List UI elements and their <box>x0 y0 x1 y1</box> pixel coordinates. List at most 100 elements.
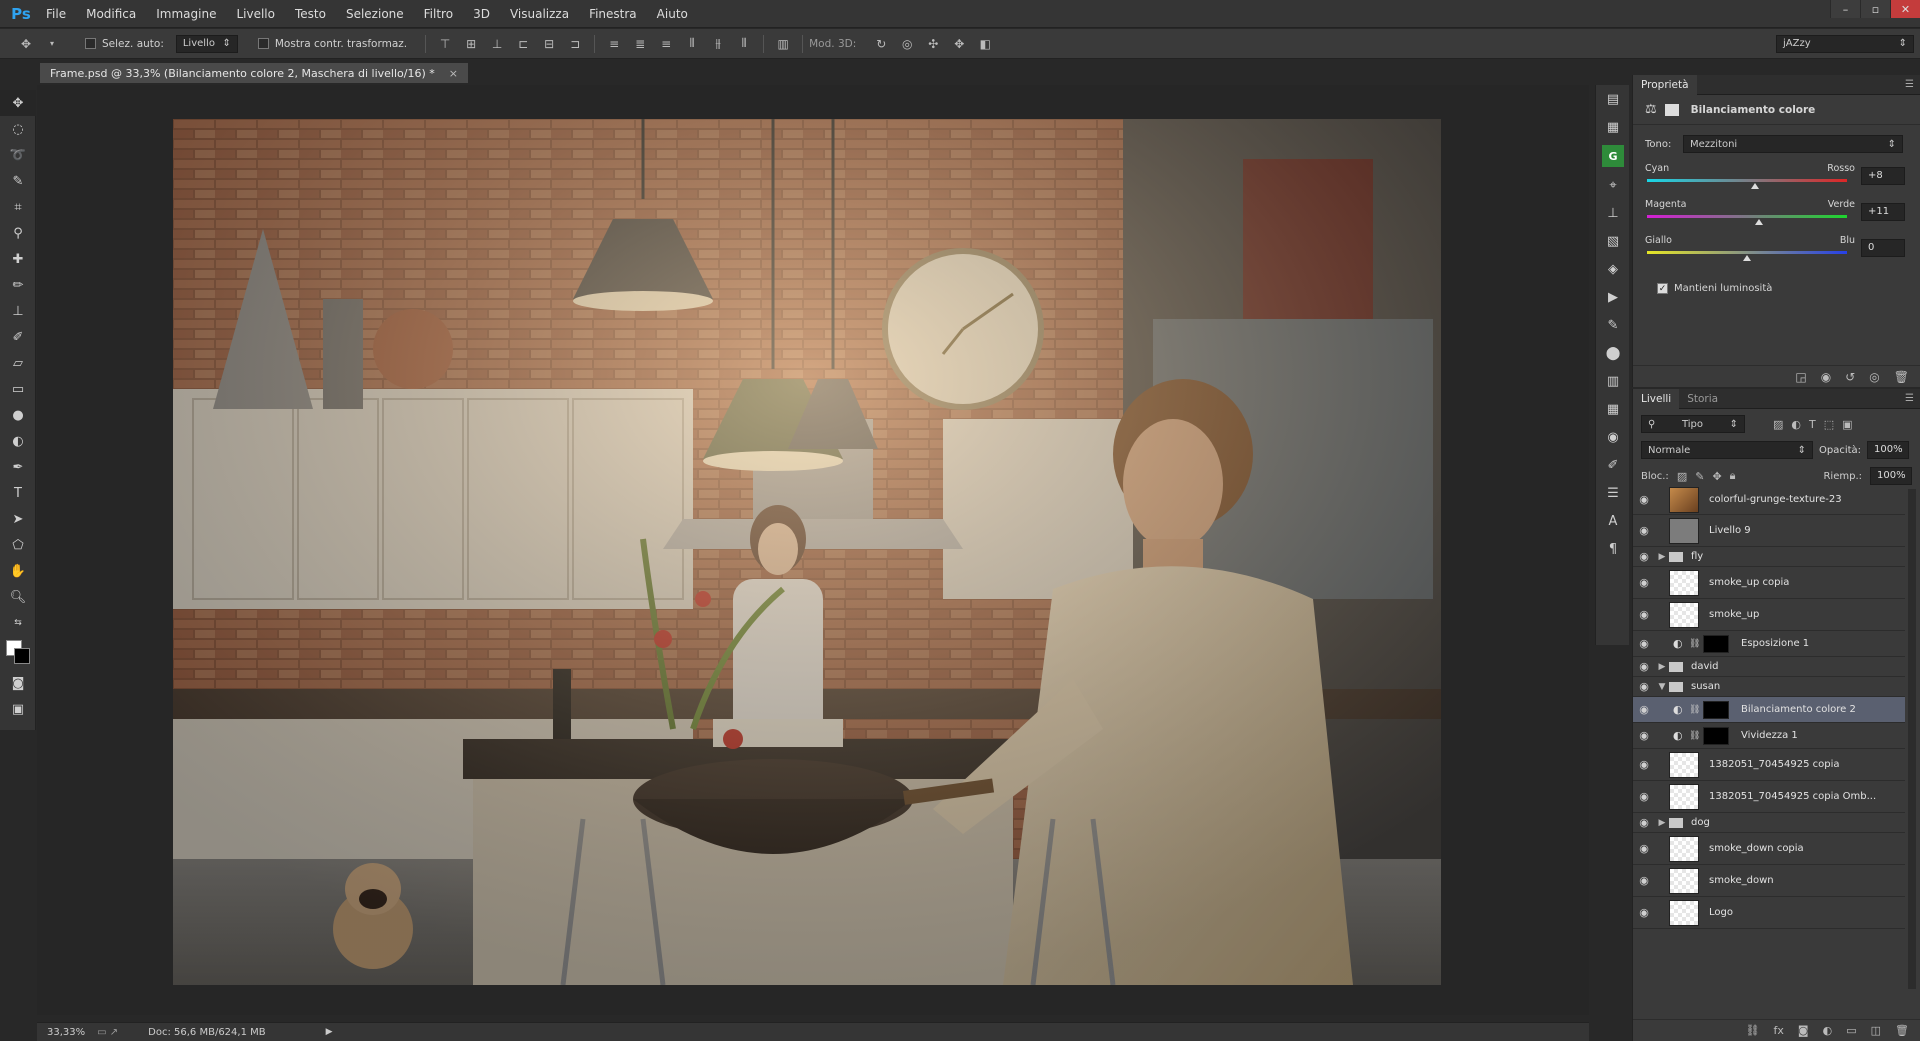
layer-row[interactable]: ◉ smoke_down copia <box>1633 833 1905 865</box>
zoom-level[interactable]: 33,33% <box>47 1027 85 1038</box>
align-top-icon[interactable]: ⊤ <box>437 36 453 52</box>
align-left-icon[interactable]: ⊏ <box>515 36 531 52</box>
layer-mask-thumbnail[interactable] <box>1703 726 1729 745</box>
layer-row[interactable]: ◉ colorful-grunge-texture-23 <box>1633 485 1905 515</box>
hand-tool-icon[interactable]: ✋ <box>0 558 36 584</box>
filter-type-icon[interactable]: T <box>1809 418 1816 431</box>
distribute-right-icon[interactable]: ⫴ <box>736 36 752 52</box>
eye-icon[interactable]: ◉ <box>1633 680 1655 693</box>
layer-row[interactable]: ◉ 1382051_70454925 copia Omb... <box>1633 781 1905 813</box>
add-mask-icon[interactable]: ◙ <box>1798 1024 1809 1037</box>
menu-finestra[interactable]: Finestra <box>579 0 647 28</box>
move-tool-icon[interactable]: ✥ <box>0 90 36 116</box>
menu-file[interactable]: File <box>36 0 76 28</box>
rotate-3d-icon[interactable]: ↻ <box>873 36 889 52</box>
eye-icon[interactable]: ◉ <box>1633 524 1655 537</box>
collapsed-triangle-icon[interactable]: ▶ <box>1655 818 1669 828</box>
eye-icon[interactable]: ◉ <box>1633 703 1655 716</box>
brush-presets-icon[interactable]: ▧ <box>1596 227 1630 255</box>
layer-row[interactable]: ◉ ▶ david <box>1633 657 1905 677</box>
link-layers-icon[interactable]: ⛓ <box>1746 1024 1760 1037</box>
play-arrow-icon[interactable]: ▶ <box>326 1027 333 1037</box>
color-swatches[interactable] <box>0 636 36 670</box>
distribute-vcenter-icon[interactable]: ≣ <box>632 36 648 52</box>
trash-icon[interactable]: 🗑︎ <box>1894 370 1909 384</box>
layer-row[interactable]: ◉ ◐ ⛓ Esposizione 1 <box>1633 631 1905 657</box>
filter-adjust-icon[interactable]: ◐ <box>1791 418 1801 431</box>
plugin-g-icon[interactable]: G <box>1602 145 1624 167</box>
fx-icon[interactable]: fx <box>1774 1024 1784 1037</box>
new-layer-icon[interactable]: ◫ <box>1871 1024 1881 1037</box>
layer-row[interactable]: ◉ 1382051_70454925 copia <box>1633 749 1905 781</box>
slider-track[interactable] <box>1647 251 1847 261</box>
pan-3d-icon[interactable]: ✣ <box>925 36 941 52</box>
zoom-tool-icon[interactable]: 🔍︎ <box>0 584 36 610</box>
menu-visualizza[interactable]: Visualizza <box>500 0 579 28</box>
menu-filtro[interactable]: Filtro <box>414 0 463 28</box>
stamp-tool-icon[interactable]: ⊥ <box>0 298 36 324</box>
link-icon[interactable]: ⛓ <box>1689 705 1703 715</box>
menu-3d[interactable]: 3D <box>463 0 500 28</box>
auto-align-icon[interactable]: ▥ <box>775 36 791 52</box>
blend-mode-dropdown[interactable]: Normale ⇕ <box>1641 441 1813 459</box>
paragraph-icon[interactable]: ¶ <box>1596 535 1630 563</box>
panel-menu-icon[interactable]: ☰ <box>1905 79 1914 90</box>
eye-icon[interactable]: ◉ <box>1633 729 1655 742</box>
distribute-hcenter-icon[interactable]: ⫵ <box>710 36 726 52</box>
brushes-icon[interactable]: ✐ <box>1596 451 1630 479</box>
filter-shape-icon[interactable]: ⬚ <box>1824 418 1834 431</box>
eye-icon[interactable]: ◉ <box>1633 790 1655 803</box>
screen-mode-icon[interactable]: ▣ <box>0 696 36 722</box>
clip-to-layer-icon[interactable]: ◲ <box>1795 370 1806 384</box>
layer-thumbnail[interactable] <box>1669 899 1699 926</box>
crop-tool-icon[interactable]: ⌗ <box>0 194 36 220</box>
link-icon[interactable]: ⛓ <box>1689 639 1703 649</box>
tab-properties[interactable]: Proprietà <box>1633 74 1697 95</box>
layer-row[interactable]: ◉ ▼ susan <box>1633 677 1905 697</box>
chevron-down-icon[interactable]: ▾ <box>44 36 60 52</box>
eye-icon[interactable]: ◉ <box>1633 576 1655 589</box>
dodge-tool-icon[interactable]: ◐ <box>0 428 36 454</box>
artwork-canvas[interactable] <box>173 119 1441 985</box>
lasso-tool-icon[interactable]: ➰ <box>0 142 36 168</box>
layer-row[interactable]: ◉ ◐ ⛓ Vividezza 1 <box>1633 723 1905 749</box>
tab-layers[interactable]: Livelli <box>1633 388 1680 409</box>
distribute-top-icon[interactable]: ≡ <box>606 36 622 52</box>
3d-panel-icon[interactable]: ◈ <box>1596 255 1630 283</box>
timeline-icon[interactable]: ▶ <box>1596 283 1630 311</box>
layer-thumbnail[interactable] <box>1669 783 1699 810</box>
distribute-bottom-icon[interactable]: ≡ <box>658 36 674 52</box>
slider-value-field[interactable]: +8 <box>1861 167 1905 185</box>
document-tab[interactable]: Frame.psd @ 33,3% (Bilanciamento colore … <box>40 63 468 83</box>
align-vcenter-icon[interactable]: ⊞ <box>463 36 479 52</box>
eye-icon[interactable]: ◉ <box>1633 842 1655 855</box>
layer-row[interactable]: ◉ smoke_up copia <box>1633 567 1905 599</box>
restore-button[interactable]: ▫ <box>1860 0 1890 18</box>
eye-icon[interactable]: ◉ <box>1633 874 1655 887</box>
eraser-tool-icon[interactable]: ▱ <box>0 350 36 376</box>
visibility-icon[interactable]: ◎ <box>1869 370 1879 384</box>
menu-livello[interactable]: Livello <box>226 0 285 28</box>
new-group-icon[interactable]: ▭ <box>1846 1024 1856 1037</box>
styles-panel-icon[interactable]: ⬤ <box>1596 339 1630 367</box>
eye-icon[interactable]: ◉ <box>1633 758 1655 771</box>
layer-mask-thumbnail[interactable] <box>1703 634 1729 653</box>
swatches-icon[interactable]: ▦ <box>1596 395 1630 423</box>
path-select-tool-icon[interactable]: ➤ <box>0 506 36 532</box>
paths-panel-icon[interactable]: ⌖ <box>1596 171 1630 199</box>
eye-icon[interactable]: ◉ <box>1633 608 1655 621</box>
filter-pixel-icon[interactable]: ▨ <box>1773 418 1783 431</box>
layer-thumbnail[interactable] <box>1669 835 1699 862</box>
align-hcenter-icon[interactable]: ⊟ <box>541 36 557 52</box>
layer-thumbnail[interactable] <box>1669 601 1699 628</box>
gradient-tool-icon[interactable]: ▭ <box>0 376 36 402</box>
slider-value-field[interactable]: 0 <box>1861 239 1905 257</box>
layers-scrollbar[interactable] <box>1908 489 1916 989</box>
lock-all-icon[interactable]: 🔒︎ <box>1730 469 1736 483</box>
healing-tool-icon[interactable]: ✚ <box>0 246 36 272</box>
shape-tool-icon[interactable]: ⬠ <box>0 532 36 558</box>
slider-value-field[interactable]: +11 <box>1861 203 1905 221</box>
eyedropper-tool-icon[interactable]: ⚲ <box>0 220 36 246</box>
lock-pixels-icon[interactable]: ✎ <box>1695 470 1704 483</box>
slider-thumb[interactable] <box>1743 255 1751 261</box>
